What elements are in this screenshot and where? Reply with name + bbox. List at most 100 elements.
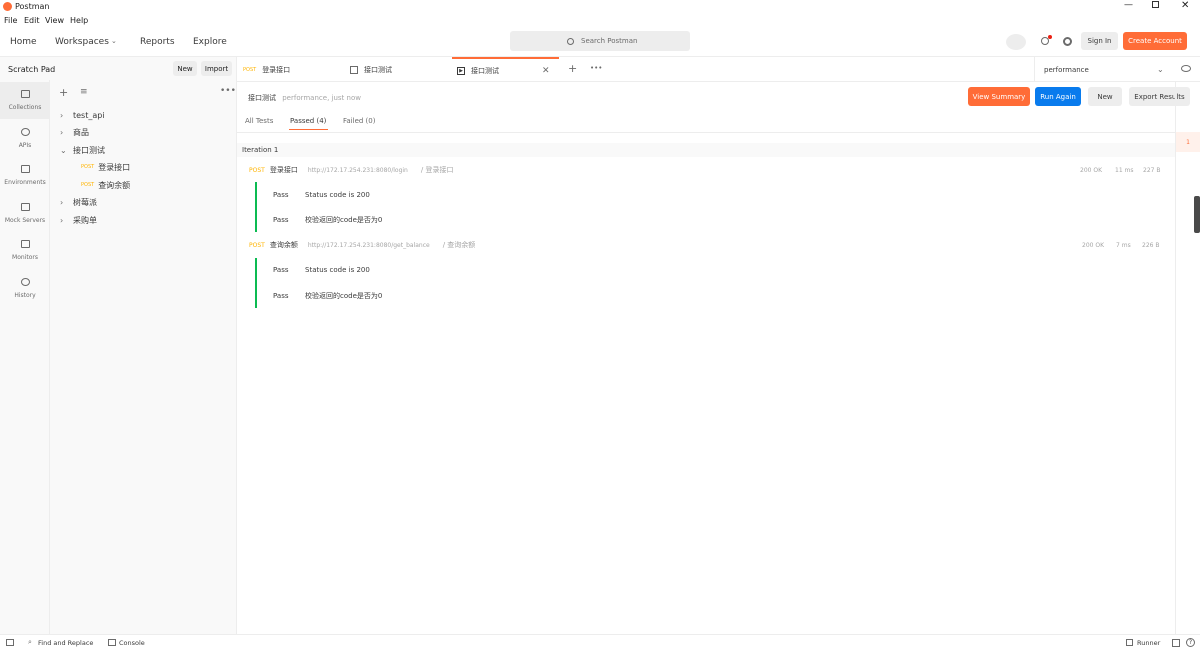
runner-button[interactable]: Runner	[1137, 639, 1160, 647]
tab-options-icon[interactable]: •••	[590, 64, 602, 72]
menu-edit[interactable]: Edit	[24, 16, 40, 25]
workspace-title: Scratch Pad	[8, 65, 56, 74]
tree-collection[interactable]: › 采购单	[60, 212, 97, 228]
nav-home[interactable]: Home	[10, 37, 37, 47]
apis-icon	[20, 128, 30, 136]
console-button[interactable]: Console	[119, 639, 145, 647]
chevron-right-icon: ›	[60, 110, 64, 120]
tree-collection[interactable]: ⌄ 接口测试	[60, 142, 105, 158]
rail-apis[interactable]: APIs	[0, 120, 50, 157]
filter-failed[interactable]: Failed (0)	[343, 117, 375, 125]
gear-icon[interactable]	[1063, 37, 1072, 46]
tree-collection[interactable]: › 商品	[60, 124, 89, 140]
menu-view[interactable]: View	[45, 16, 64, 25]
test-result: Pass Status code is 200	[273, 264, 370, 276]
request-result: POST 登录接口 http://172.17.254.231:8080/log…	[249, 163, 1167, 177]
tab-label: 接口测试	[364, 65, 392, 74]
response-time: 7 ms	[1116, 241, 1131, 249]
new-button[interactable]: New	[173, 61, 197, 76]
rail-history-label: History	[14, 292, 36, 299]
console-icon	[108, 639, 116, 646]
eye-icon[interactable]	[1181, 65, 1191, 72]
response-status: 200 OK	[1080, 166, 1103, 174]
import-button[interactable]: Import	[201, 61, 232, 76]
iteration-label: Iteration 1	[242, 146, 279, 154]
collections-icon	[20, 90, 30, 98]
test-status: Pass	[273, 292, 289, 300]
rail-environments[interactable]: Environments	[0, 157, 50, 194]
request-url[interactable]: http://172.17.254.231:8080/get_balance	[308, 242, 430, 249]
iteration-header: Iteration 1	[237, 143, 1175, 157]
title-bar: Postman — ✕	[0, 0, 1200, 14]
close-tab-icon[interactable]: ✕	[542, 66, 550, 76]
method-badge: POST	[81, 164, 95, 170]
layout-icon[interactable]	[1172, 639, 1180, 647]
sidebar-rail: Collections APIs Environments Mock Serve…	[0, 80, 50, 634]
tree-request[interactable]: POST 登录接口	[81, 159, 130, 175]
request-label: 登录接口	[98, 162, 131, 172]
tree-request[interactable]: POST 查询余额	[81, 177, 130, 193]
sign-in-button[interactable]: Sign In	[1081, 32, 1118, 50]
window-title: Postman	[15, 2, 50, 11]
request-url[interactable]: http://172.17.254.231:8080/login	[308, 167, 408, 174]
search-placeholder: Search Postman	[581, 37, 638, 45]
tab-label: 登录接口	[262, 65, 291, 74]
environment-value: performance	[1044, 65, 1089, 74]
filter-all-tests[interactable]: All Tests	[245, 117, 273, 125]
filter-passed[interactable]: Passed (4)	[290, 117, 326, 125]
rail-monitors[interactable]: Monitors	[0, 232, 50, 269]
tree-collection[interactable]: › 树莓派	[60, 194, 97, 210]
notification-dot	[1048, 35, 1052, 39]
create-account-button[interactable]: Create Account	[1123, 32, 1187, 50]
nav-reports[interactable]: Reports	[140, 37, 175, 47]
new-run-button[interactable]: New	[1088, 87, 1122, 106]
tab-collection[interactable]: 接口测试	[350, 57, 392, 82]
help-icon[interactable]: ?	[1186, 638, 1195, 647]
sidebar-toggle-icon[interactable]	[6, 639, 14, 646]
chevron-down-icon: ⌄	[60, 145, 67, 155]
run-again-button[interactable]: Run Again	[1035, 87, 1081, 106]
response-time: 11 ms	[1115, 166, 1134, 174]
tab-request[interactable]: POST 登录接口	[243, 57, 290, 82]
add-collection-icon[interactable]: +	[59, 86, 68, 99]
menu-file[interactable]: File	[4, 16, 17, 25]
tab-label: 接口测试	[471, 66, 499, 75]
chevron-right-icon: ›	[60, 215, 64, 225]
search-input[interactable]: Search Postman	[510, 31, 690, 51]
view-summary-button[interactable]: View Summary	[968, 87, 1030, 106]
collection-label: test_api	[73, 110, 105, 120]
scroll-handle[interactable]	[1194, 196, 1200, 233]
tab-runner[interactable]: ▶ 接口测试 ✕	[452, 57, 559, 82]
iteration-strip	[1175, 82, 1200, 634]
tab-bar: POST 登录接口 接口测试 ▶ 接口测试 ✕ + ••• performanc…	[237, 57, 1200, 82]
collection-icon	[350, 65, 358, 74]
mock-servers-icon	[20, 203, 30, 211]
rail-collections[interactable]: Collections	[0, 82, 50, 119]
test-result: Pass 校验返回的code是否为0	[273, 214, 382, 226]
rail-history[interactable]: History	[0, 270, 50, 307]
menu-help[interactable]: Help	[70, 16, 88, 25]
new-tab-icon[interactable]: +	[568, 62, 577, 75]
request-name: 查询余额	[269, 241, 298, 249]
tree-collection[interactable]: › test_api	[60, 107, 105, 123]
response-status: 200 OK	[1082, 241, 1105, 249]
nav-explore[interactable]: Explore	[193, 37, 227, 47]
iteration-marker[interactable]: 1	[1176, 132, 1200, 152]
request-result: POST 查询余额 http://172.17.254.231:8080/get…	[249, 238, 1167, 252]
test-status: Pass	[273, 266, 289, 274]
environment-select[interactable]: performance ⌄	[1034, 57, 1174, 82]
sync-cloud-icon[interactable]	[1006, 34, 1026, 50]
find-replace-button[interactable]: Find and Replace	[38, 639, 93, 647]
test-name: Status code is 200	[305, 266, 370, 274]
restore-icon[interactable]	[1152, 1, 1159, 8]
filter-icon[interactable]: ≡	[80, 87, 88, 97]
more-options-icon[interactable]: •••	[220, 86, 236, 96]
chevron-right-icon: ›	[60, 127, 64, 137]
find-replace-icon: ⌕	[28, 638, 32, 646]
minimize-icon[interactable]: —	[1124, 0, 1133, 10]
test-status: Pass	[273, 191, 289, 199]
close-window-icon[interactable]: ✕	[1181, 0, 1189, 11]
nav-workspaces[interactable]: Workspaces	[55, 37, 109, 47]
request-path: / 登录接口	[420, 166, 454, 174]
rail-mock-servers[interactable]: Mock Servers	[0, 195, 50, 232]
